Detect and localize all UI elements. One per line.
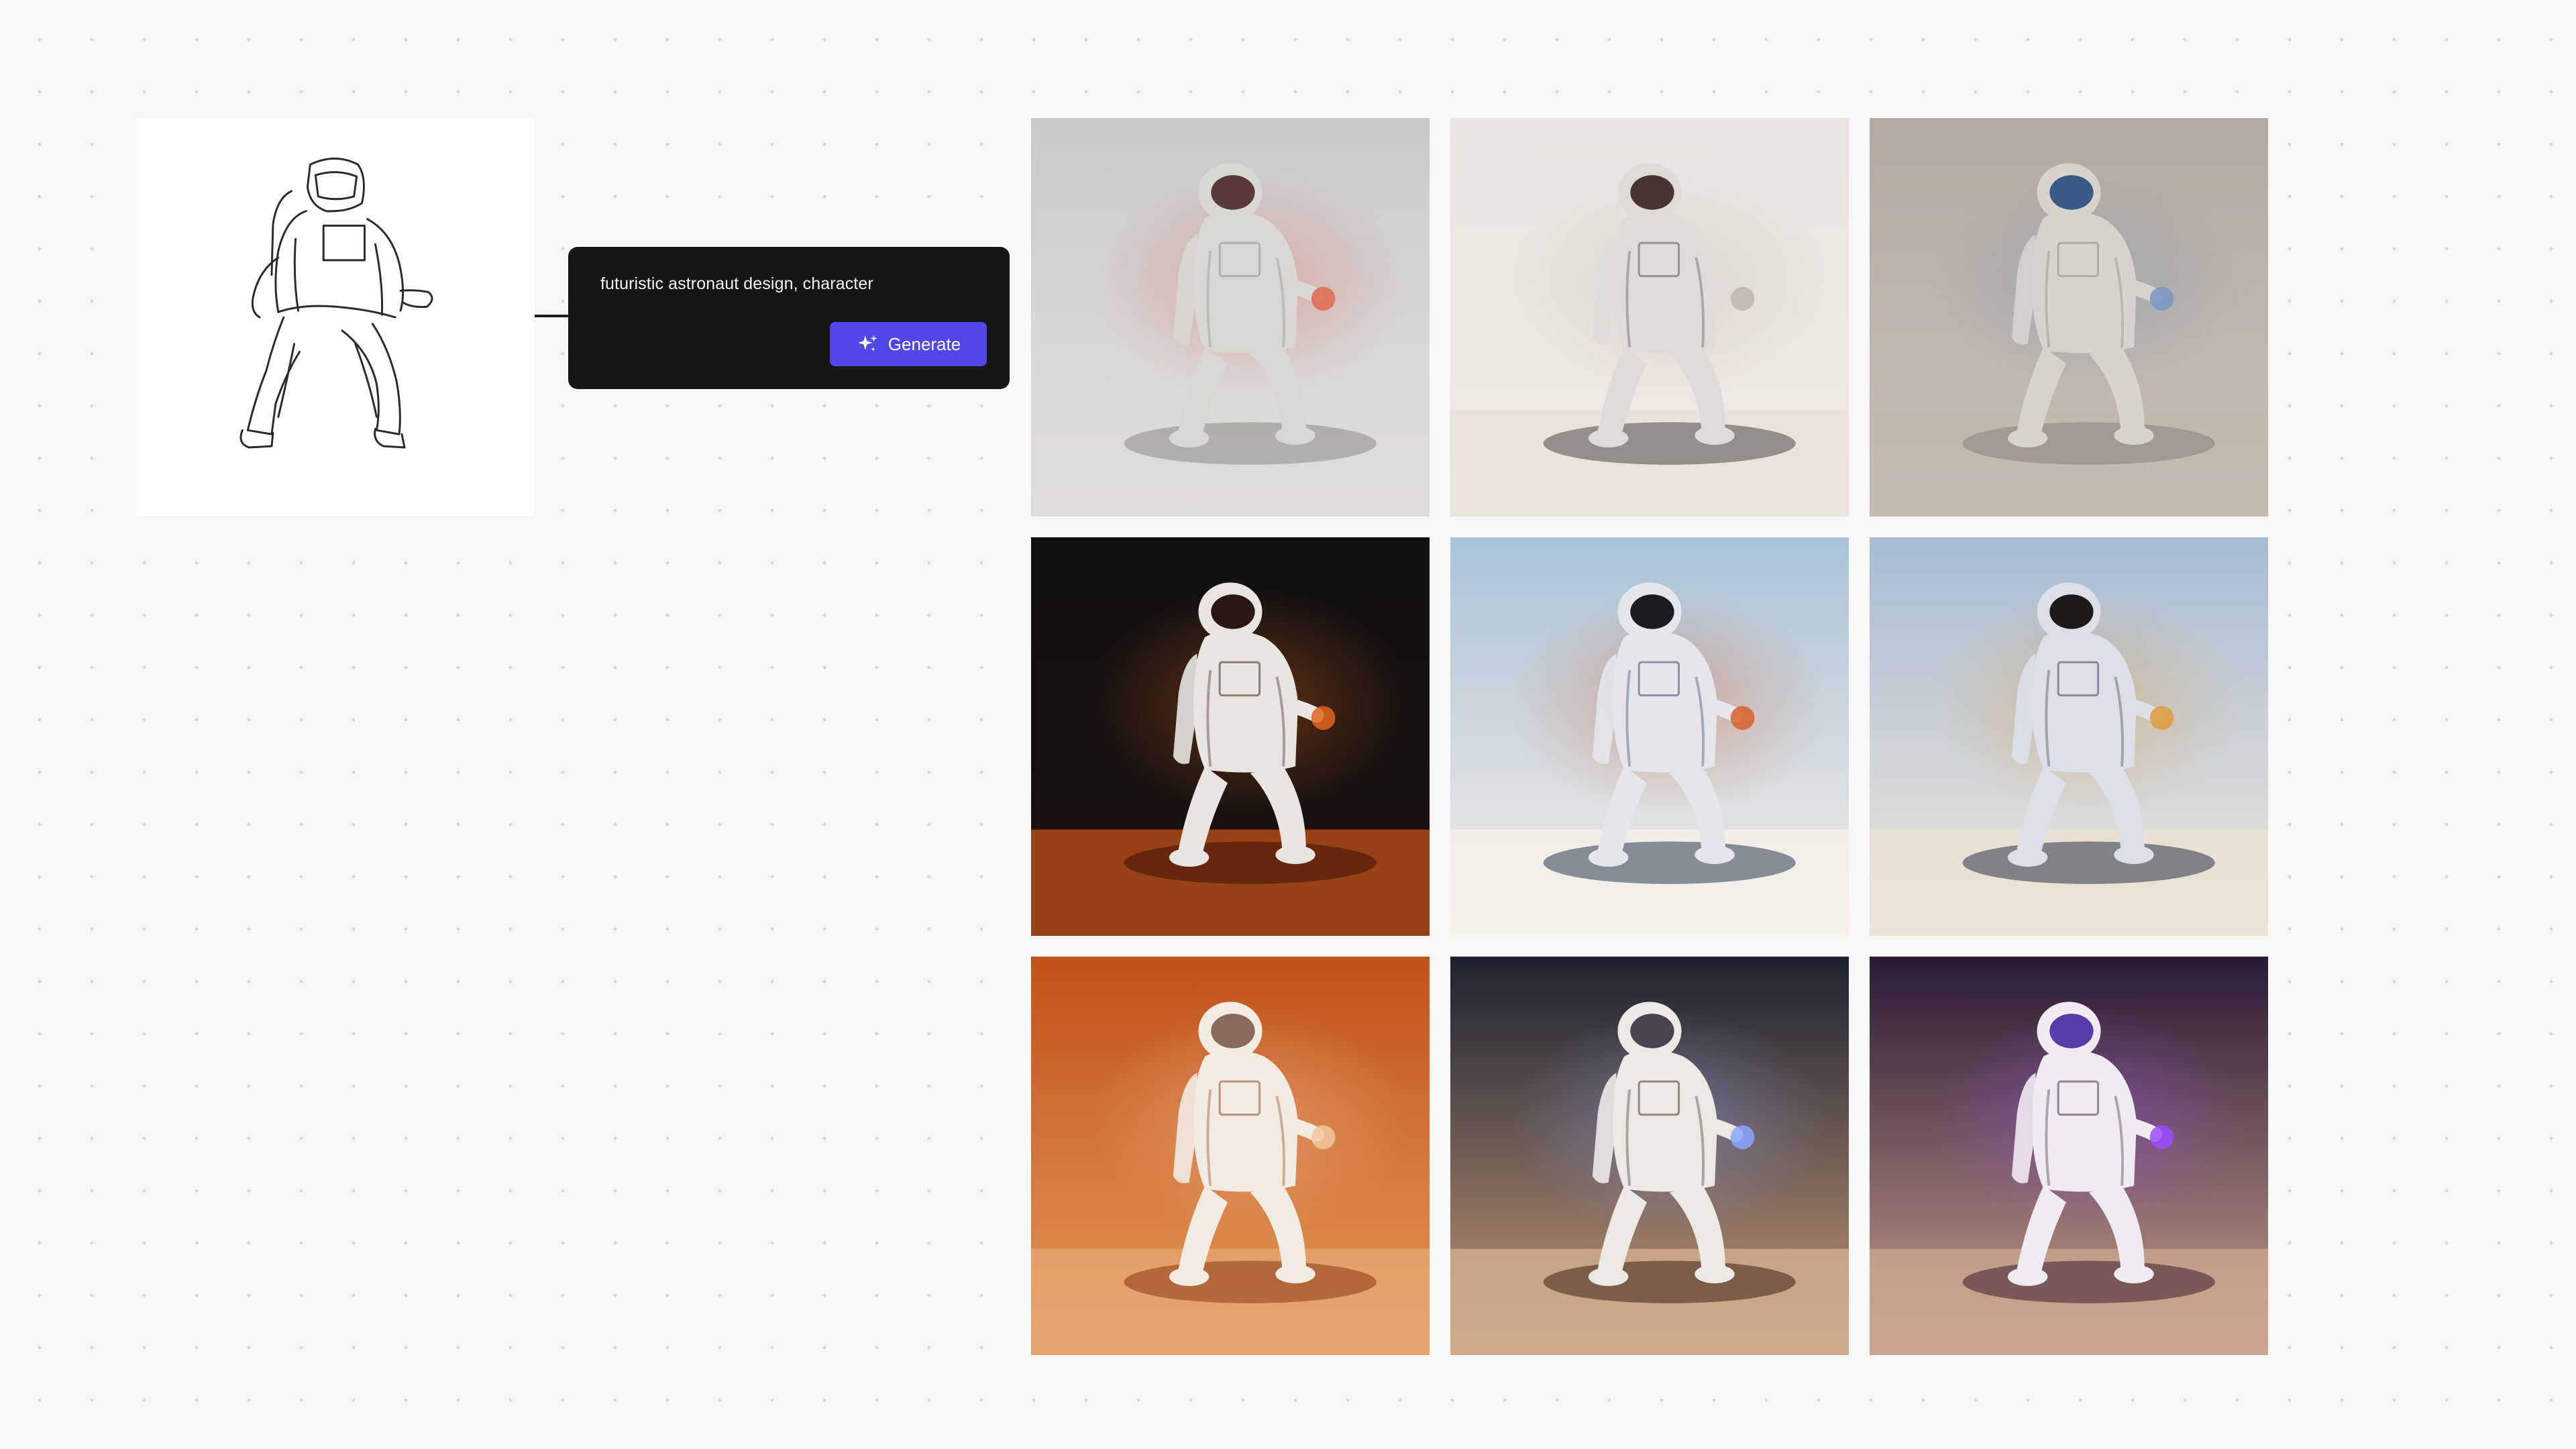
input-sketch-image[interactable] bbox=[136, 118, 535, 517]
node-connector-line bbox=[535, 315, 568, 317]
generated-image-8[interactable] bbox=[1450, 957, 1849, 1355]
generated-image-2[interactable] bbox=[1450, 118, 1849, 517]
generated-results-grid bbox=[1031, 118, 2268, 1355]
generated-image-art bbox=[1870, 537, 2268, 936]
generated-image-art bbox=[1450, 537, 1849, 936]
prompt-text[interactable]: futuristic astronaut design, character bbox=[600, 274, 987, 294]
generated-image-art bbox=[1031, 118, 1430, 517]
generated-image-7[interactable] bbox=[1031, 957, 1430, 1355]
generated-image-art bbox=[1031, 957, 1430, 1355]
generated-image-art bbox=[1870, 957, 2268, 1355]
generated-image-art bbox=[1450, 118, 1849, 517]
generated-image-4[interactable] bbox=[1031, 537, 1430, 936]
prompt-node[interactable]: futuristic astronaut design, character G… bbox=[568, 247, 1010, 389]
generated-image-1[interactable] bbox=[1031, 118, 1430, 517]
generated-image-9[interactable] bbox=[1870, 957, 2268, 1355]
generated-image-art bbox=[1031, 537, 1430, 936]
generated-image-3[interactable] bbox=[1870, 118, 2268, 517]
generate-button-label: Generate bbox=[888, 333, 961, 354]
generate-button[interactable]: Generate bbox=[830, 322, 987, 366]
astronaut-sketch-icon bbox=[239, 158, 433, 449]
generated-image-art bbox=[1450, 957, 1849, 1355]
generated-image-5[interactable] bbox=[1450, 537, 1849, 936]
generated-image-art bbox=[1870, 118, 2268, 517]
sparkle-icon bbox=[857, 335, 877, 352]
generated-image-6[interactable] bbox=[1870, 537, 2268, 936]
